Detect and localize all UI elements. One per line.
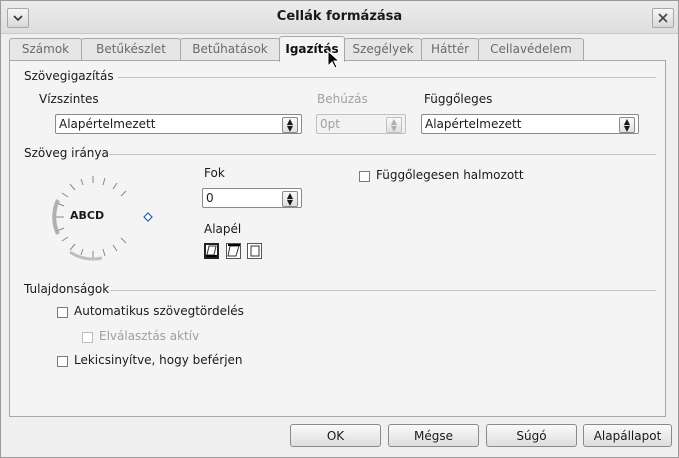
vertical-alignment-value: Alapértelmezett [425,117,522,131]
tab-hatter[interactable]: Háttér [421,38,479,60]
tab-betuhatasok[interactable]: Betűhatások [180,38,280,60]
vertical-label: Függőleges [424,92,493,106]
horizontal-alignment-value: Alapértelmezett [59,117,156,131]
rotation-dial[interactable]: ABCD [42,170,160,264]
degrees-value: 0 [206,191,214,205]
indent-value: 0pt [320,117,340,131]
tab-szegelyek[interactable]: Szegélyek [344,38,422,60]
reset-button[interactable]: Alapállapot [583,424,672,447]
mouse-pointer-icon [327,50,341,69]
reference-edge-inside-button[interactable] [247,243,262,259]
horizontal-label: Vízszintes [39,92,99,106]
edge-bottom-icon [206,245,217,257]
indent-label: Behúzás [317,92,368,106]
vertically-stacked-checkbox[interactable] [359,171,370,182]
tab-cellavedelem[interactable]: Cellavédelem [478,38,584,60]
reference-edge-label: Alapél [204,222,242,236]
updown-icon: ▲ ▼ [619,117,635,133]
wrap-text-checkbox[interactable] [57,307,68,318]
tab-betukeszlet[interactable]: Betűkészlet [81,38,181,60]
text-direction-heading: Szöveg iránya [24,146,109,160]
hyphenation-checkbox[interactable] [82,332,93,343]
vertically-stacked-label: Függőlegesen halmozott [376,168,524,182]
edge-top-icon [227,244,240,257]
degrees-label: Fok [204,166,225,180]
spin-icon: ▲ ▼ [386,117,402,133]
indent-spinbox[interactable]: 0pt ▲ ▼ [316,114,406,134]
shrink-to-fit-label: Lekicsinyítve, hogy beférjen [74,353,243,367]
hyphenation-label: Elválasztás aktív [99,329,200,343]
properties-heading: Tulajdonságok [24,282,110,296]
updown-icon: ▲ ▼ [282,117,298,133]
text-alignment-heading: Szövegigazítás [24,69,114,83]
wrap-text-label: Automatikus szövegtördelés [74,304,244,318]
dial-sample-text: ABCD [70,209,105,222]
tab-szamok[interactable]: Számok [9,38,82,60]
shrink-to-fit-checkbox[interactable] [57,356,68,367]
window-title: Cellák formázása [276,9,403,24]
title-bar: Cellák formázása [1,1,678,34]
horizontal-alignment-select[interactable]: Alapértelmezett ▲ ▼ [55,114,302,134]
spin-icon: ▲ ▼ [282,191,298,207]
reference-edge-bottom-button[interactable] [204,243,219,259]
edge-inside-icon [250,245,260,257]
reference-edge-top-button[interactable] [226,243,241,259]
degrees-spinbox[interactable]: 0 ▲ ▼ [202,188,302,208]
text-direction-separator [109,154,656,155]
help-button[interactable]: Súgó [486,424,577,447]
ok-button[interactable]: OK [290,424,381,447]
properties-separator [110,290,656,291]
text-alignment-separator [118,77,656,78]
close-button[interactable] [652,8,674,28]
close-icon [658,13,668,23]
cancel-button[interactable]: Mégse [388,424,479,447]
vertical-alignment-select[interactable]: Alapértelmezett ▲ ▼ [421,114,639,134]
